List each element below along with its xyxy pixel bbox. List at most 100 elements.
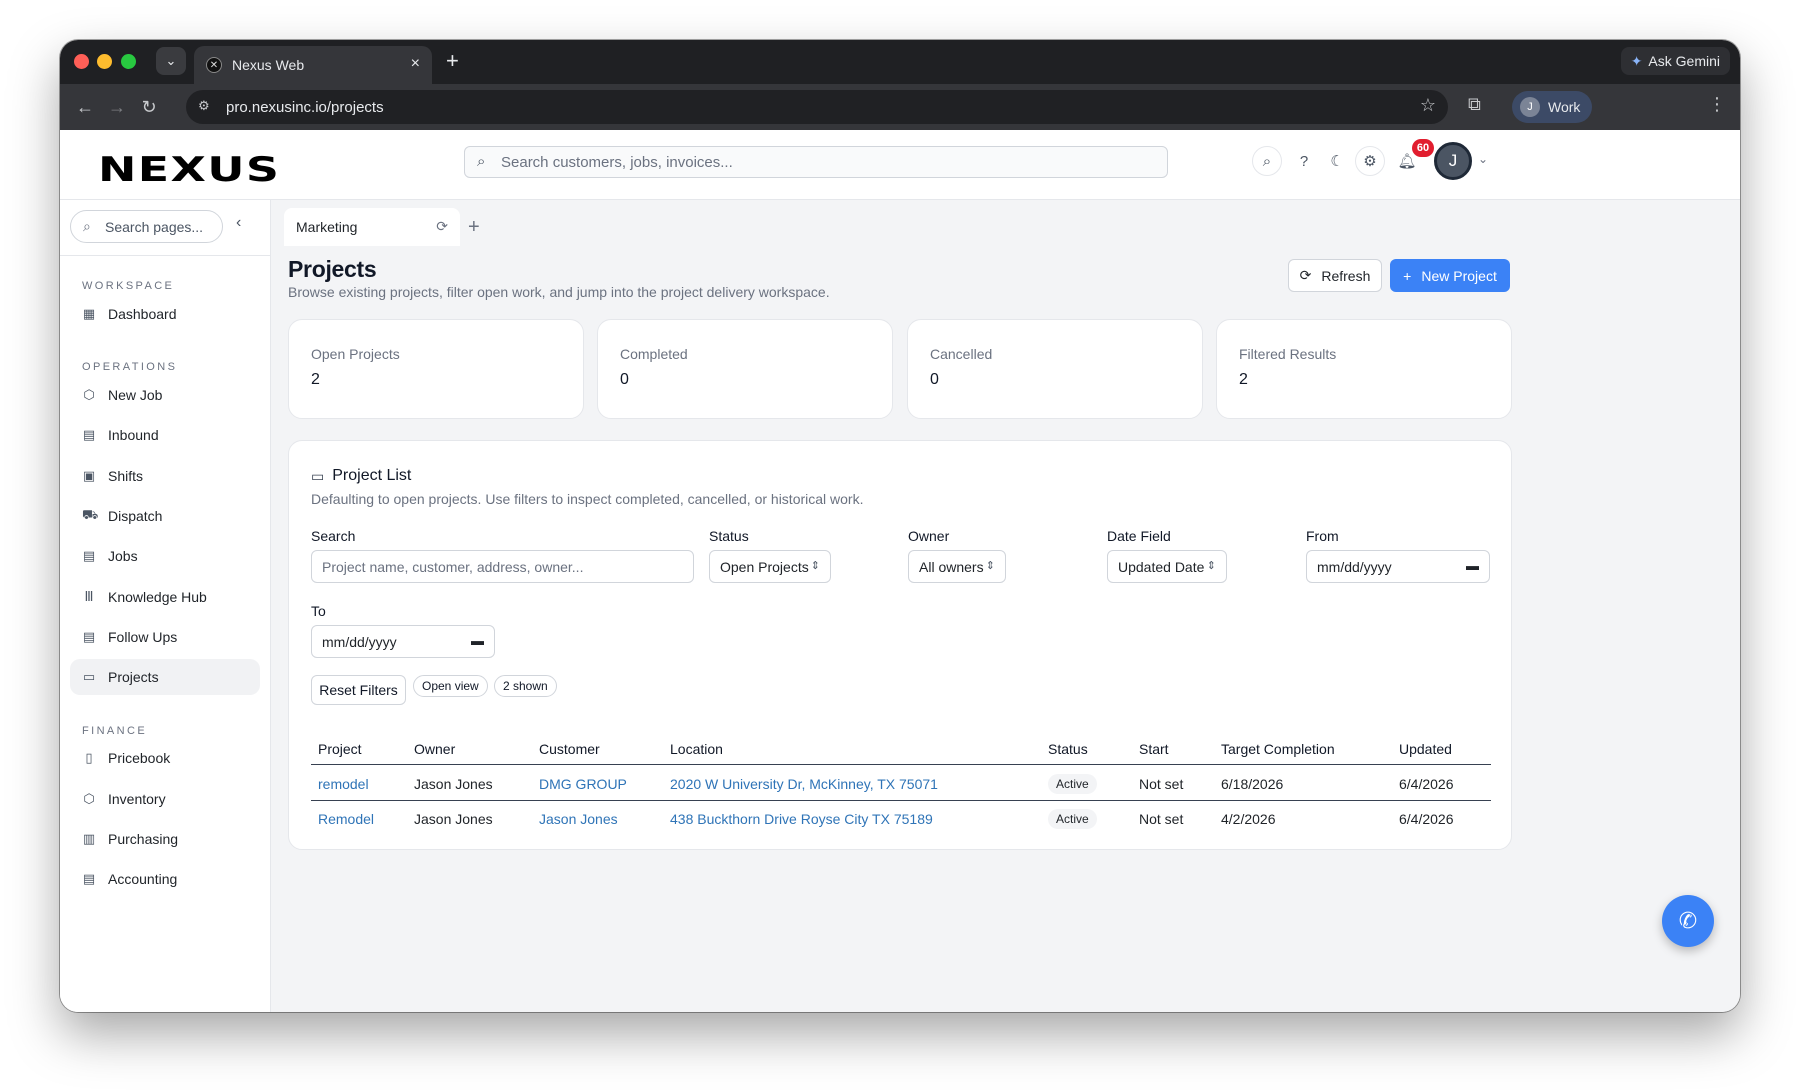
sidebar-item-follow-ups[interactable]: ▤ Follow Ups — [70, 619, 260, 655]
project-link[interactable]: remodel — [318, 776, 369, 792]
box-icon: ⬡ — [83, 387, 95, 402]
address-bar[interactable]: ⚙ pro.nexusinc.io/projects ☆ — [186, 90, 1448, 124]
sidebar-item-new-job[interactable]: ⬡ New Job — [70, 377, 260, 413]
ask-gemini-label: Ask Gemini — [1648, 53, 1720, 69]
app-root: NEXUS ⌕ Search customers, jobs, invoices… — [60, 130, 1740, 1012]
chevron-down-icon[interactable]: ⌄ — [1478, 152, 1488, 166]
sidebar-item-pricebook[interactable]: ▯ Pricebook — [70, 740, 260, 776]
column-header-start[interactable]: Start — [1139, 741, 1169, 757]
target-completion-cell: 4/2/2026 — [1221, 811, 1276, 827]
global-search-input[interactable]: ⌕ Search customers, jobs, invoices... — [464, 146, 1168, 178]
refresh-button[interactable]: ⟳ Refresh — [1288, 259, 1382, 292]
sidebar-item-knowledge-hub[interactable]: Ⅲ Knowledge Hub — [70, 579, 260, 615]
sidebar-item-dispatch[interactable]: ⛟ Dispatch — [70, 498, 260, 534]
section-label-finance: FINANCE — [82, 725, 148, 737]
page-search-placeholder: Search pages... — [105, 218, 204, 235]
sidebar-item-jobs[interactable]: ▤ Jobs — [70, 538, 260, 574]
extensions-puzzle-icon[interactable]: ⧉ — [1468, 94, 1481, 115]
status-filter-label: Status — [709, 528, 749, 544]
calendar-icon[interactable]: ▬ — [1466, 558, 1479, 573]
sidebar-item-label: Jobs — [108, 548, 138, 564]
project-list-title: ▭ Project List — [311, 467, 411, 485]
receipt-icon: ▥ — [82, 831, 96, 846]
collapse-sidebar-chevron-icon[interactable]: ‹ — [236, 214, 241, 232]
document-icon: ▤ — [82, 871, 96, 886]
reload-icon[interactable]: ↻ — [136, 94, 162, 120]
location-link[interactable]: 2020 W University Dr, McKinney, TX 75071 — [670, 776, 938, 792]
user-avatar[interactable]: J — [1434, 142, 1472, 180]
customer-link[interactable]: Jason Jones — [539, 811, 618, 827]
stat-label: Open Projects — [311, 346, 400, 362]
sidebar-item-projects[interactable]: ▭ Projects — [70, 659, 260, 695]
project-search-input[interactable]: Project name, customer, address, owner..… — [311, 550, 694, 583]
nexus-logo[interactable]: NEXUS — [98, 150, 280, 190]
minimize-window-button[interactable] — [97, 54, 112, 69]
workspace-tab-marketing[interactable]: Marketing ⟳ — [284, 208, 460, 246]
sidebar-item-label: Dispatch — [108, 508, 163, 524]
target-completion-cell: 6/18/2026 — [1221, 776, 1284, 792]
browser-tab-active[interactable]: ✕ Nexus Web × — [194, 46, 432, 84]
settings-gear-icon[interactable]: ⚙ — [1355, 146, 1385, 176]
help-icon[interactable]: ? — [1289, 146, 1319, 176]
sidebar-divider — [60, 255, 270, 256]
site-settings-icon[interactable]: ⚙ — [198, 98, 216, 116]
column-header-status[interactable]: Status — [1048, 741, 1088, 757]
column-header-target-completion[interactable]: Target Completion — [1221, 741, 1335, 757]
ask-gemini-button[interactable]: ✦ Ask Gemini — [1620, 47, 1730, 75]
sidebar-item-shifts[interactable]: ▣ Shifts — [70, 458, 260, 494]
status-select[interactable]: Open Projects ⇕ — [709, 550, 831, 583]
back-arrow-icon[interactable]: ← — [72, 94, 98, 120]
start-cell: Not set — [1139, 776, 1184, 792]
sidebar-item-inventory[interactable]: ⬡ Inventory — [70, 781, 260, 817]
refresh-tab-icon[interactable]: ⟳ — [436, 218, 448, 235]
to-date-input[interactable]: mm/dd/yyyy ▬ — [311, 625, 495, 658]
location-link[interactable]: 438 Buckthorn Drive Royse City TX 75189 — [670, 811, 933, 827]
browser-profile-button[interactable]: J Work — [1512, 91, 1593, 123]
project-list-card: ▭ Project List Defaulting to open projec… — [288, 440, 1512, 850]
section-label-operations: OPERATIONS — [82, 361, 178, 373]
date-field-select[interactable]: Updated Date ⇕ — [1107, 550, 1227, 583]
phone-call-button[interactable]: ✆ — [1662, 895, 1714, 947]
column-header-owner[interactable]: Owner — [414, 741, 455, 757]
table-row[interactable]: remodel Jason Jones DMG GROUP 2020 W Uni… — [311, 766, 1491, 801]
column-header-updated[interactable]: Updated — [1399, 741, 1452, 757]
customer-link[interactable]: DMG GROUP — [539, 776, 627, 792]
clipboard-icon: ▤ — [82, 427, 96, 442]
column-header-project[interactable]: Project — [318, 741, 362, 757]
sidebar-item-label: Dashboard — [108, 306, 177, 322]
select-chevron-icon: ⇕ — [985, 560, 995, 572]
add-workspace-tab-button[interactable]: + — [468, 216, 480, 239]
maximize-window-button[interactable] — [121, 54, 136, 69]
sidebar-item-inbound[interactable]: ▤ Inbound — [70, 417, 260, 453]
updated-cell: 6/4/2026 — [1399, 776, 1454, 792]
bookmark-star-icon[interactable]: ☆ — [1420, 95, 1436, 116]
sidebar-item-accounting[interactable]: ▤ Accounting — [70, 861, 260, 897]
close-window-button[interactable] — [74, 54, 89, 69]
sidebar-item-label: Inbound — [108, 427, 159, 443]
stat-card-completed: Completed 0 — [597, 319, 893, 419]
stat-label: Filtered Results — [1239, 346, 1337, 362]
project-list-title-text: Project List — [332, 467, 412, 484]
forward-arrow-icon[interactable]: → — [104, 94, 130, 120]
project-link[interactable]: Remodel — [318, 811, 374, 827]
calendar-icon[interactable]: ▬ — [471, 633, 484, 648]
column-header-location[interactable]: Location — [670, 741, 723, 757]
reset-filters-button[interactable]: Reset Filters — [311, 675, 406, 705]
owner-select[interactable]: All owners ⇕ — [908, 550, 1006, 583]
folder-icon: ▭ — [311, 467, 325, 484]
browser-window: ⌄ ✕ Nexus Web × + ✦ Ask Gemini ← → ↻ ⚙ p… — [60, 40, 1740, 1012]
page-search-input[interactable]: ⌕ Search pages... — [70, 210, 223, 243]
table-row[interactable]: Remodel Jason Jones Jason Jones 438 Buck… — [311, 801, 1491, 836]
new-tab-button[interactable]: + — [446, 49, 459, 73]
new-project-button[interactable]: + New Project — [1390, 259, 1510, 292]
search-button-icon[interactable]: ⌕ — [1252, 146, 1282, 176]
close-tab-icon[interactable]: × — [411, 55, 420, 73]
from-date-input[interactable]: mm/dd/yyyy ▬ — [1306, 550, 1490, 583]
column-header-customer[interactable]: Customer — [539, 741, 600, 757]
sidebar-item-dashboard[interactable]: ▦ Dashboard — [70, 296, 260, 332]
sidebar-item-purchasing[interactable]: ▥ Purchasing — [70, 821, 260, 857]
tab-search-button[interactable]: ⌄ — [156, 47, 186, 75]
browser-menu-icon[interactable]: ⋮ — [1708, 94, 1726, 115]
dark-mode-moon-icon[interactable]: ☾ — [1322, 146, 1352, 176]
section-label-workspace: WORKSPACE — [82, 280, 175, 292]
